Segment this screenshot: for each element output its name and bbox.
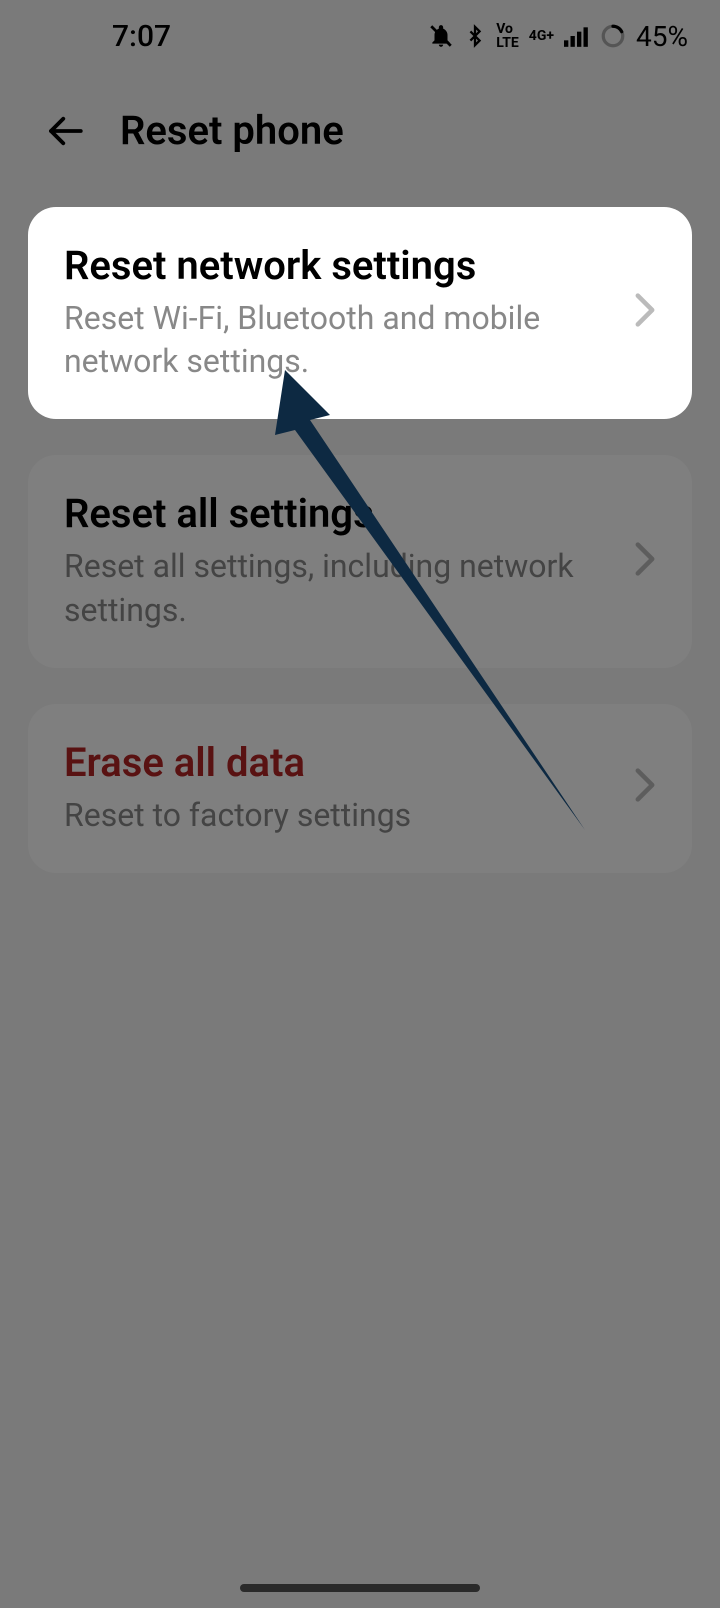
chevron-right-icon	[634, 767, 656, 807]
card-subtitle: Reset Wi-Fi, Bluetooth and mobile networ…	[64, 297, 614, 383]
reset-network-settings-item[interactable]: Reset network settings Reset Wi-Fi, Blue…	[28, 207, 692, 419]
network-4g-icon: 4G+	[529, 28, 554, 44]
content: Reset network settings Reset Wi-Fi, Blue…	[0, 179, 720, 873]
status-time: 7:07	[112, 19, 171, 54]
back-button[interactable]	[44, 110, 86, 152]
card-title: Reset all settings	[64, 489, 614, 539]
status-icons: VoLTE 4G+ 45%	[428, 20, 688, 53]
mute-icon	[428, 23, 454, 49]
home-indicator[interactable]	[240, 1584, 480, 1592]
card-subtitle: Reset all settings, including network se…	[64, 545, 614, 631]
chevron-right-icon	[634, 292, 656, 332]
signal-icon	[564, 25, 590, 47]
erase-all-data-item[interactable]: Erase all data Reset to factory settings	[28, 704, 692, 873]
page-header: Reset phone	[0, 72, 720, 179]
battery-spinner-icon	[600, 23, 626, 49]
card-title: Reset network settings	[64, 241, 614, 291]
card-text: Reset network settings Reset Wi-Fi, Blue…	[64, 241, 634, 383]
card-text: Erase all data Reset to factory settings	[64, 738, 634, 837]
card-text: Reset all settings Reset all settings, i…	[64, 489, 634, 631]
volte-icon: VoLTE	[496, 22, 519, 50]
status-bar: 7:07 VoLTE 4G+	[0, 0, 720, 72]
reset-all-settings-item[interactable]: Reset all settings Reset all settings, i…	[28, 455, 692, 667]
battery-percent: 45%	[636, 20, 688, 53]
chevron-right-icon	[634, 541, 656, 581]
card-title: Erase all data	[64, 738, 614, 788]
card-subtitle: Reset to factory settings	[64, 794, 614, 837]
page-title: Reset phone	[120, 107, 344, 154]
bluetooth-icon	[464, 22, 486, 50]
